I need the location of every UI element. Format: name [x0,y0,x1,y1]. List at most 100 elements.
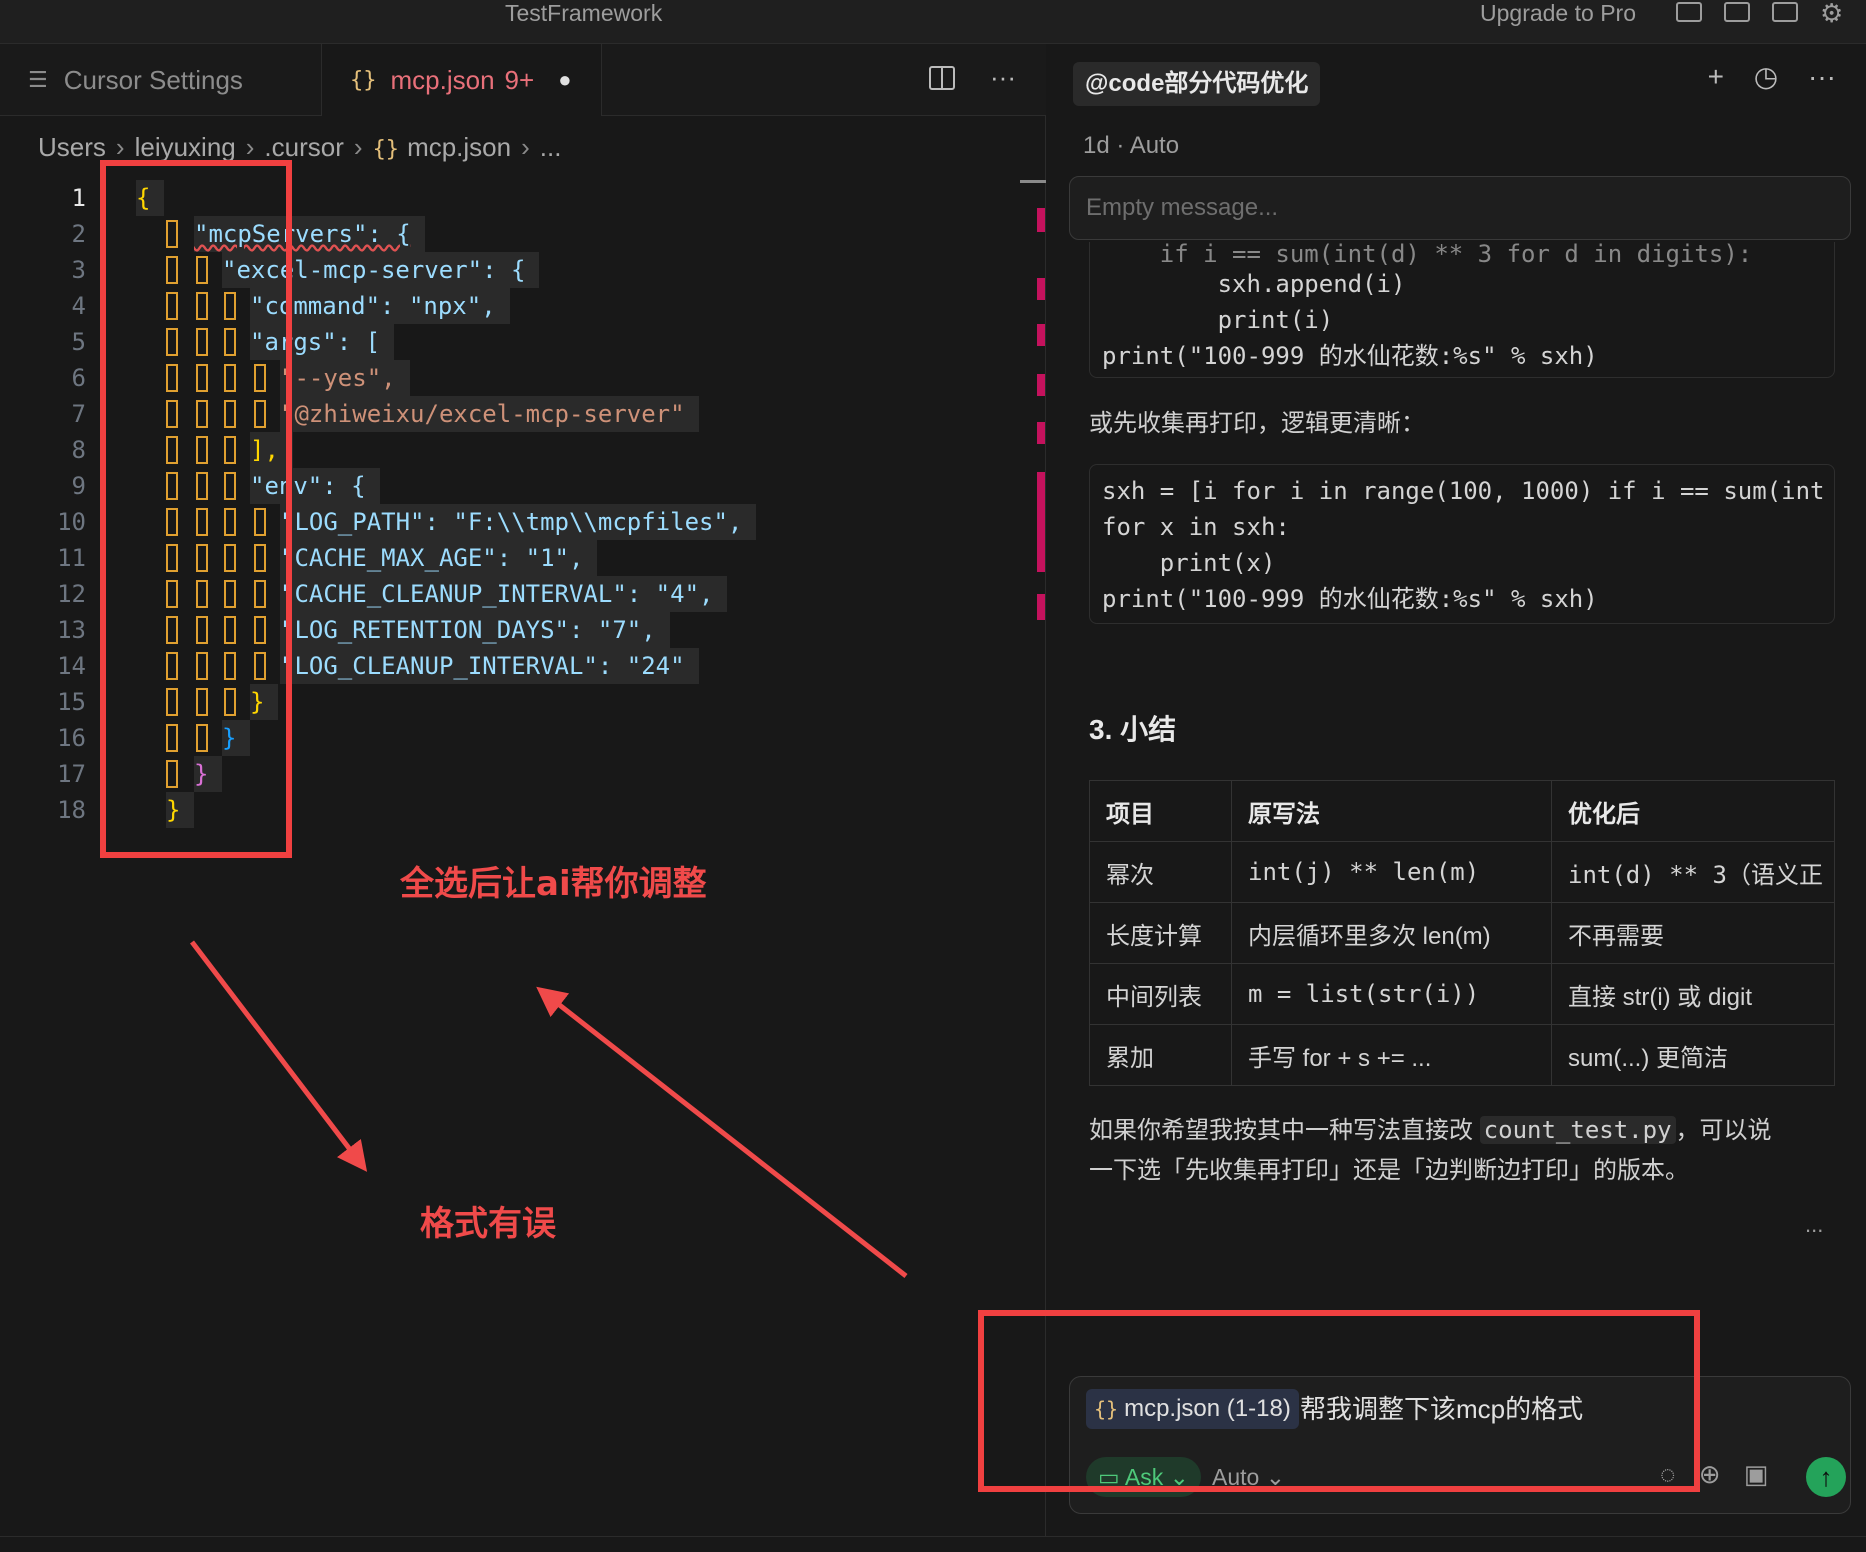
code-text: "@zhiweixu/excel-mcp-server" [280,396,699,432]
paragraph-text: ，可以说 [1675,1117,1772,1144]
send-button[interactable]: ↑ [1806,1457,1846,1497]
chat-paragraph: 或先收集再打印，逻辑更清晰： [1089,410,1425,437]
chevron-right-icon: › [521,132,530,162]
line-number: 5 [71,328,86,356]
line-number: 15 [57,688,86,716]
code-block: if i == sum(int(d) ** 3 for d in digits)… [1089,242,1835,378]
table-header: 优化后 [1551,780,1835,842]
line-number: 12 [57,580,86,608]
table-cell: m = list(str(i)) [1231,963,1552,1025]
table-cell: 长度计算 [1089,902,1232,964]
table-cell: 不再需要 [1551,902,1835,964]
globe-icon[interactable]: ⊕ [1699,1459,1721,1489]
json-braces-icon: {} [350,67,377,93]
line-number: 16 [57,724,86,752]
table-row: 中间列表 m = list(str(i)) 直接 str(i) 或 digit [1089,963,1835,1025]
arrow-up-icon: ↑ [1819,1462,1833,1492]
chat-title[interactable]: @code部分代码优化 [1073,62,1321,106]
selection-highlight-box [100,160,292,858]
status-bar [0,1536,1866,1552]
code-line: sxh = [i for i in range(100, 1000) if i … [1102,477,1825,505]
inline-code: count_test.py [1479,1116,1676,1144]
line-number: 11 [57,544,86,572]
toggle-secondary-sidebar-icon[interactable] [1772,2,1798,22]
line-number: 18 [57,796,86,824]
image-icon[interactable]: ▣ [1744,1459,1769,1489]
code-line: print("100-999 的水仙花数:%s" % sxh) [1102,342,1598,370]
table-row: 幂次 int(j) ** len(m) int(d) ** 3（语义正 [1089,841,1835,903]
title-bar: TestFramework Upgrade to Pro ⚙ [0,0,1866,44]
problems-badge: 9+ [504,64,535,95]
scroll-indicator[interactable] [1020,180,1046,183]
error-marker[interactable] [1037,324,1045,346]
table-cell: 内层循环里多次 len(m) [1231,902,1552,964]
breadcrumb-item[interactable]: ... [540,132,562,162]
tab-cursor-settings[interactable]: ☰ Cursor Settings [0,44,322,116]
code-block: sxh = [i for i in range(100, 1000) if i … [1089,464,1835,624]
more-actions-icon[interactable]: ··· [990,62,1016,92]
line-number: 17 [57,760,86,788]
line-number: 10 [57,508,86,536]
chevron-right-icon: › [353,132,363,162]
line-number: 9 [71,472,86,500]
line-number: 6 [71,364,86,392]
table-row: 长度计算 内层循环里多次 len(m) 不再需要 [1089,902,1835,964]
code-line: if i == sum(int(d) ** 3 for d in digits)… [1102,242,1753,268]
table-row: 累加 手写 for + s += ... sum(...) 更简洁 [1089,1024,1835,1086]
toggle-panel-icon[interactable] [1724,2,1750,22]
breadcrumb: Users › leiyuxing › .cursor › {} mcp.json ›... [38,132,561,163]
unsaved-dot-icon[interactable]: ● [558,67,571,93]
chat-actions: + ◷ ··· [1686,60,1836,93]
error-marker[interactable] [1037,374,1045,396]
tab-label: mcp.json [390,64,495,95]
message-more-icon[interactable]: ... [1805,1212,1823,1238]
error-marker[interactable] [1037,594,1045,620]
json-braces-icon: {} [372,137,400,162]
editor-actions: ··· [928,62,1016,93]
plus-icon[interactable]: + [1708,61,1724,92]
line-number: 3 [71,256,86,284]
error-marker[interactable] [1037,208,1045,232]
chevron-right-icon: › [115,132,125,162]
tab-mcp-json[interactable]: {} mcp.json 9+ ● [322,44,602,116]
line-number: 8 [71,436,86,464]
table-cell: 直接 str(i) 或 digit [1551,963,1835,1025]
table-cell: int(d) ** 3（语义正 [1551,841,1835,903]
chat-paragraph: 如果你希望我按其中一种写法直接改 count_test.py ，可以说 一下选「先… [1089,1110,1849,1191]
table-cell: 累加 [1089,1024,1232,1086]
annotation-format-error: 格式有误 [420,1204,556,1244]
breadcrumb-item[interactable]: leiyuxing [135,132,236,162]
table-cell: 幂次 [1089,841,1232,903]
breadcrumb-item[interactable]: mcp.json [407,132,511,162]
table-cell: sum(...) 更简洁 [1551,1024,1835,1086]
breadcrumb-item[interactable]: Users [38,132,106,162]
message-editor[interactable] [1069,176,1851,240]
window-title: TestFramework [505,0,663,26]
paragraph-text: 如果你希望我按其中一种写法直接改 [1089,1117,1480,1144]
code-text: "LOG_RETENTION_DAYS": "7", [280,612,670,648]
gear-icon[interactable]: ⚙ [1820,0,1843,29]
editor-tab-bar: ☰ Cursor Settings {} mcp.json 9+ ● ··· [0,44,1046,116]
code-line: print("100-999 的水仙花数:%s" % sxh) [1102,585,1598,613]
code-line: print(x) [1102,549,1276,577]
error-marker[interactable] [1037,422,1045,444]
upgrade-to-pro-link[interactable]: Upgrade to Pro [1480,0,1636,27]
error-marker[interactable] [1037,472,1045,572]
breadcrumb-item[interactable]: .cursor [264,132,343,162]
error-marker[interactable] [1037,278,1045,300]
table-header-row: 项目 原写法 优化后 [1089,780,1835,842]
code-line: for x in sxh: [1102,513,1290,541]
toggle-sidebar-icon[interactable] [1676,2,1702,22]
code-line: sxh.append(i) [1102,270,1406,298]
more-actions-icon[interactable]: ··· [1808,61,1836,92]
split-editor-icon[interactable] [928,66,955,90]
summary-table: 项目 原写法 优化后 幂次 int(j) ** len(m) int(d) **… [1089,780,1835,1086]
empty-message-input[interactable] [1070,177,1850,239]
code-text: "CACHE_CLEANUP_INTERVAL": "4", [280,576,728,612]
code-text: "--yes", [280,360,410,396]
line-number: 14 [57,652,86,680]
table-header: 原写法 [1231,780,1552,842]
paragraph-text: 一下选「先收集再打印」还是「边判断边打印」的版本。 [1089,1157,1689,1184]
table-cell: 中间列表 [1089,963,1232,1025]
history-clock-icon[interactable]: ◷ [1754,61,1778,92]
